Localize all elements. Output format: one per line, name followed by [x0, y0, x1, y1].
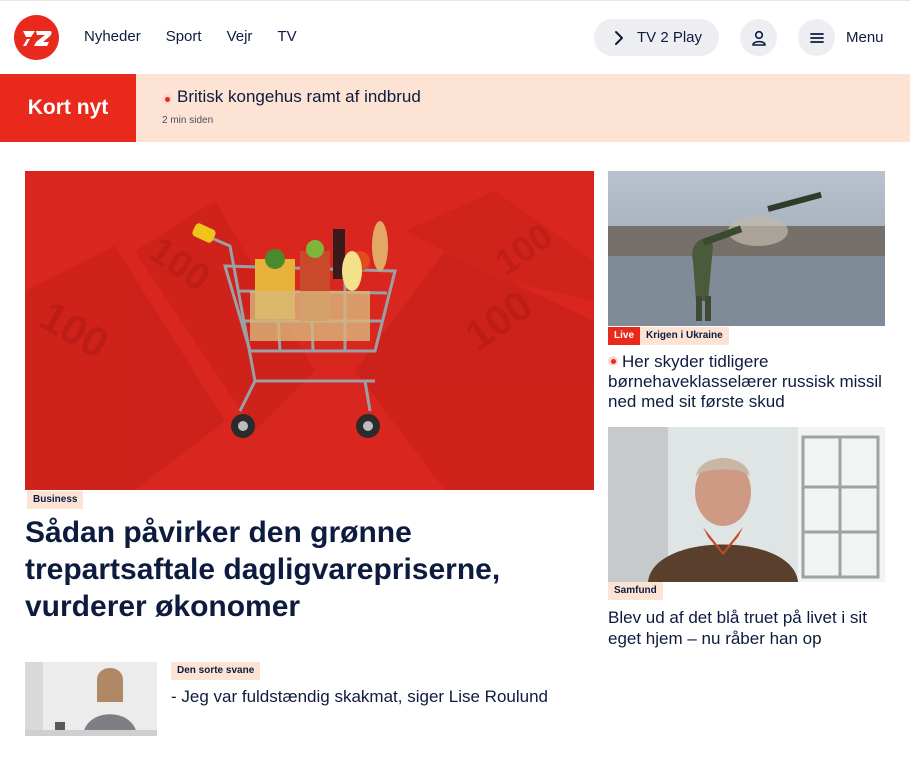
small-article-image[interactable] [25, 662, 157, 736]
nav-item-vejr[interactable]: Vejr [227, 28, 253, 46]
live-dot-icon [162, 94, 172, 104]
main-article-title[interactable]: Sådan påvirker den grønne trepartsaftale… [25, 514, 595, 625]
right-article-1-title[interactable]: Her skyder tidligere børnehaveklasselære… [608, 352, 893, 412]
right-article-1-title-text: Her skyder tidligere børnehaveklasselære… [608, 352, 882, 411]
right-article-2-tag[interactable]: Samfund [608, 582, 663, 600]
menu-label[interactable]: Menu [846, 29, 884, 46]
main-article-tag[interactable]: Business [27, 491, 84, 509]
live-badge: Live [608, 327, 641, 345]
main-nav: Nyheder Sport Vejr TV [84, 28, 322, 46]
right-article-2-image[interactable] [608, 427, 885, 582]
right-article-1-tag[interactable]: Krigen i Ukraine [640, 327, 729, 345]
user-icon [751, 30, 766, 46]
tv2-play-button[interactable]: TV 2 Play [594, 19, 719, 56]
right-article-1-image[interactable] [608, 171, 885, 326]
site-header: Nyheder Sport Vejr TV TV 2 Play Menu [0, 0, 910, 74]
nav-item-nyheder[interactable]: Nyheder [84, 28, 141, 46]
menu-button[interactable] [798, 19, 835, 56]
profile-button[interactable] [740, 19, 777, 56]
small-article-title[interactable]: - Jeg var fuldstændig skakmat, siger Lis… [171, 687, 548, 707]
right-article-1-tags: Live Krigen i Ukraine [608, 327, 729, 345]
chevron-right-icon [615, 30, 623, 45]
tv2-play-label: TV 2 Play [637, 29, 703, 46]
nav-item-sport[interactable]: Sport [166, 28, 202, 46]
kort-nyt-bar: Kort nyt [0, 74, 910, 142]
kort-nyt-label[interactable]: Kort nyt [0, 74, 136, 142]
right-article-2-title[interactable]: Blev ud af det blå truet på livet i sit … [608, 607, 893, 649]
small-article-tag[interactable]: Den sorte svane [171, 662, 261, 680]
kort-nyt-timestamp: 2 min siden [162, 115, 214, 126]
live-dot-icon [608, 356, 618, 366]
nav-item-tv[interactable]: TV [277, 28, 296, 46]
main-article-image[interactable]: 100 100 100 100 [25, 171, 594, 490]
menu-icon [809, 32, 824, 43]
kort-nyt-headline[interactable]: Britisk kongehus ramt af indbrud [177, 87, 421, 107]
tv2-logo-icon[interactable] [14, 15, 59, 60]
